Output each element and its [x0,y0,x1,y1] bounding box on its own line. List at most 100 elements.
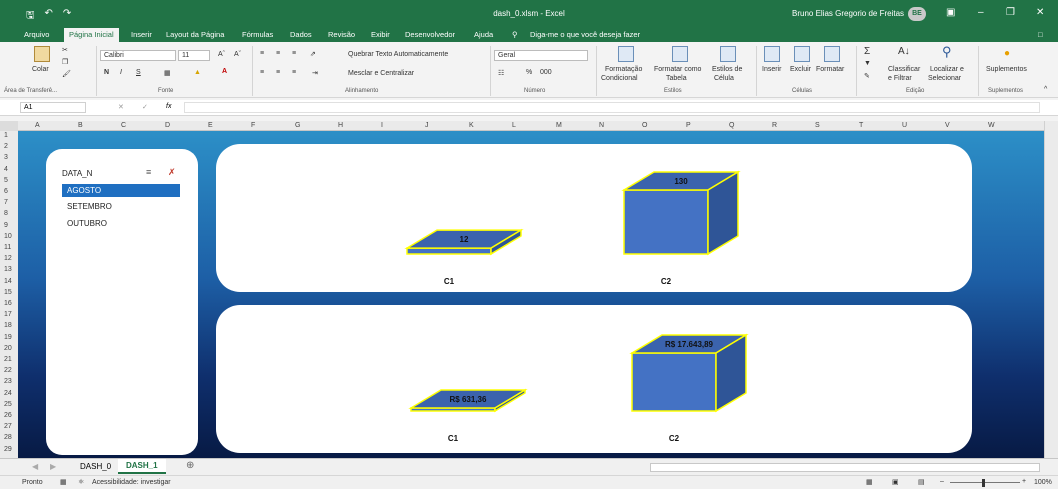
paste-button[interactable]: Colar [32,66,49,73]
thousands-icon[interactable]: 000 [540,69,552,76]
row-header[interactable]: 27 [4,423,12,430]
select-all-corner[interactable] [0,121,18,131]
page-layout-icon[interactable]: ▣ [892,478,899,486]
row-header[interactable]: 22 [4,367,12,374]
insert-cells-button[interactable]: Inserir [762,66,781,73]
clear-icon[interactable]: ✎ [864,72,870,80]
row-header[interactable]: 26 [4,412,12,419]
conditional-format-button-2[interactable]: Condicional [601,75,638,82]
column-header[interactable]: F [251,122,255,129]
decrease-font-icon[interactable]: Aˇ [234,51,241,58]
row-header[interactable]: 3 [4,154,8,161]
new-sheet-icon[interactable]: ⊕ [186,460,194,471]
formula-input[interactable] [184,102,1040,113]
format-cells-button[interactable]: Formatar [816,66,844,73]
cell-styles-button-1[interactable]: Estilos de [712,66,742,73]
normal-view-icon[interactable]: ▦ [866,478,873,486]
column-header[interactable]: Q [729,122,734,129]
column-header[interactable]: K [469,122,474,129]
underline-button[interactable]: S [136,69,141,76]
column-header[interactable]: B [78,122,83,129]
font-color-icon[interactable]: A [222,68,227,75]
column-header[interactable]: I [381,122,383,129]
column-header[interactable]: J [425,122,429,129]
align-top-icon[interactable]: ≡ [260,50,264,57]
italic-button[interactable]: I [120,69,122,76]
addins-icon[interactable]: ● [1004,48,1010,59]
column-header[interactable]: T [859,122,863,129]
zoom-out-icon[interactable]: – [940,478,944,485]
delete-cells-button[interactable]: Excluir [790,66,811,73]
sheet-grid[interactable]: DATA_N ≡ ✗ AGOSTO SETEMBRO OUTUBRO 12 C1 1… [18,131,1044,458]
close-icon[interactable]: ✕ [1036,7,1044,18]
wrap-text-button[interactable]: Quebrar Texto Automaticamente [348,51,448,58]
insert-cells-icon[interactable] [764,46,780,62]
zoom-slider[interactable] [950,482,1020,483]
row-header[interactable]: 18 [4,322,12,329]
tab-scroll-right-icon[interactable]: ▶ [50,462,56,471]
column-header[interactable]: C [121,122,126,129]
bold-button[interactable]: N [104,69,109,76]
borders-icon[interactable]: ▦ [164,69,171,77]
cut-icon[interactable]: ✂ [62,46,68,54]
column-header[interactable]: L [512,122,516,129]
row-header[interactable]: 25 [4,401,12,408]
row-header[interactable]: 20 [4,345,12,352]
font-name-select[interactable]: Calibri [100,50,176,61]
row-header[interactable]: 21 [4,356,12,363]
row-header[interactable]: 2 [4,143,8,150]
copy-icon[interactable]: ❐ [62,58,68,66]
tab-exibir[interactable]: Exibir [371,30,390,39]
name-box[interactable]: A1 [20,102,86,113]
font-size-select[interactable]: 11 [178,50,210,61]
tab-ajuda[interactable]: Ajuda [474,30,493,39]
find-icon[interactable]: ⚲ [942,44,952,60]
column-header[interactable]: G [295,122,300,129]
tab-arquivo[interactable]: Arquivo [24,30,49,39]
percent-icon[interactable]: % [526,69,532,76]
slicer-item-agosto[interactable]: AGOSTO [62,184,180,197]
column-header[interactable]: P [686,122,691,129]
column-header[interactable]: R [772,122,777,129]
multi-select-icon[interactable]: ≡ [146,167,151,177]
column-header[interactable]: N [599,122,604,129]
fill-color-icon[interactable]: ▲ [194,69,201,76]
row-header[interactable]: 19 [4,334,12,341]
row-header[interactable]: 9 [4,222,8,229]
column-header[interactable]: D [165,122,170,129]
align-left-icon[interactable]: ≡ [260,69,264,76]
tab-desenvolvedor[interactable]: Desenvolvedor [405,30,455,39]
vertical-scrollbar[interactable] [1044,121,1058,458]
row-header[interactable]: 13 [4,266,12,273]
zoom-level[interactable]: 100% [1034,479,1052,486]
tab-dados[interactable]: Dados [290,30,312,39]
row-header[interactable]: 17 [4,311,12,318]
row-header[interactable]: 6 [4,188,8,195]
format-table-button-1[interactable]: Formatar como [654,66,701,73]
sort-filter-button-2[interactable]: e Filtrar [888,75,912,82]
tab-revisao[interactable]: Revisão [328,30,355,39]
confirm-formula-icon[interactable]: ✓ [142,103,148,111]
indent-icon[interactable]: ⇥ [312,69,318,77]
column-header[interactable]: M [556,122,562,129]
ribbon-display-icon[interactable]: ▣ [946,7,955,18]
column-header[interactable]: V [945,122,950,129]
row-header[interactable]: 8 [4,210,8,217]
row-header[interactable]: 14 [4,278,12,285]
autosum-icon[interactable]: Σ [864,46,870,57]
addins-button[interactable]: Suplementos [986,66,1027,73]
slicer-item-setembro[interactable]: SETEMBRO [62,200,180,213]
row-header[interactable]: 7 [4,199,8,206]
horizontal-scrollbar[interactable] [650,463,1040,472]
tab-layout[interactable]: Layout da Página [166,30,224,39]
sort-filter-button-1[interactable]: Classificar [888,66,920,73]
number-format-select[interactable]: Geral [494,50,588,61]
row-header[interactable]: 15 [4,289,12,296]
row-header[interactable]: 16 [4,300,12,307]
comments-icon[interactable]: □ [1038,30,1043,39]
format-painter-icon[interactable]: 🖌 [62,70,71,78]
row-header[interactable]: 24 [4,390,12,397]
user-name[interactable]: Bruno Elias Gregorio de Freitas [792,9,904,18]
find-select-button-2[interactable]: Selecionar [928,75,961,82]
delete-cells-icon[interactable] [794,46,810,62]
